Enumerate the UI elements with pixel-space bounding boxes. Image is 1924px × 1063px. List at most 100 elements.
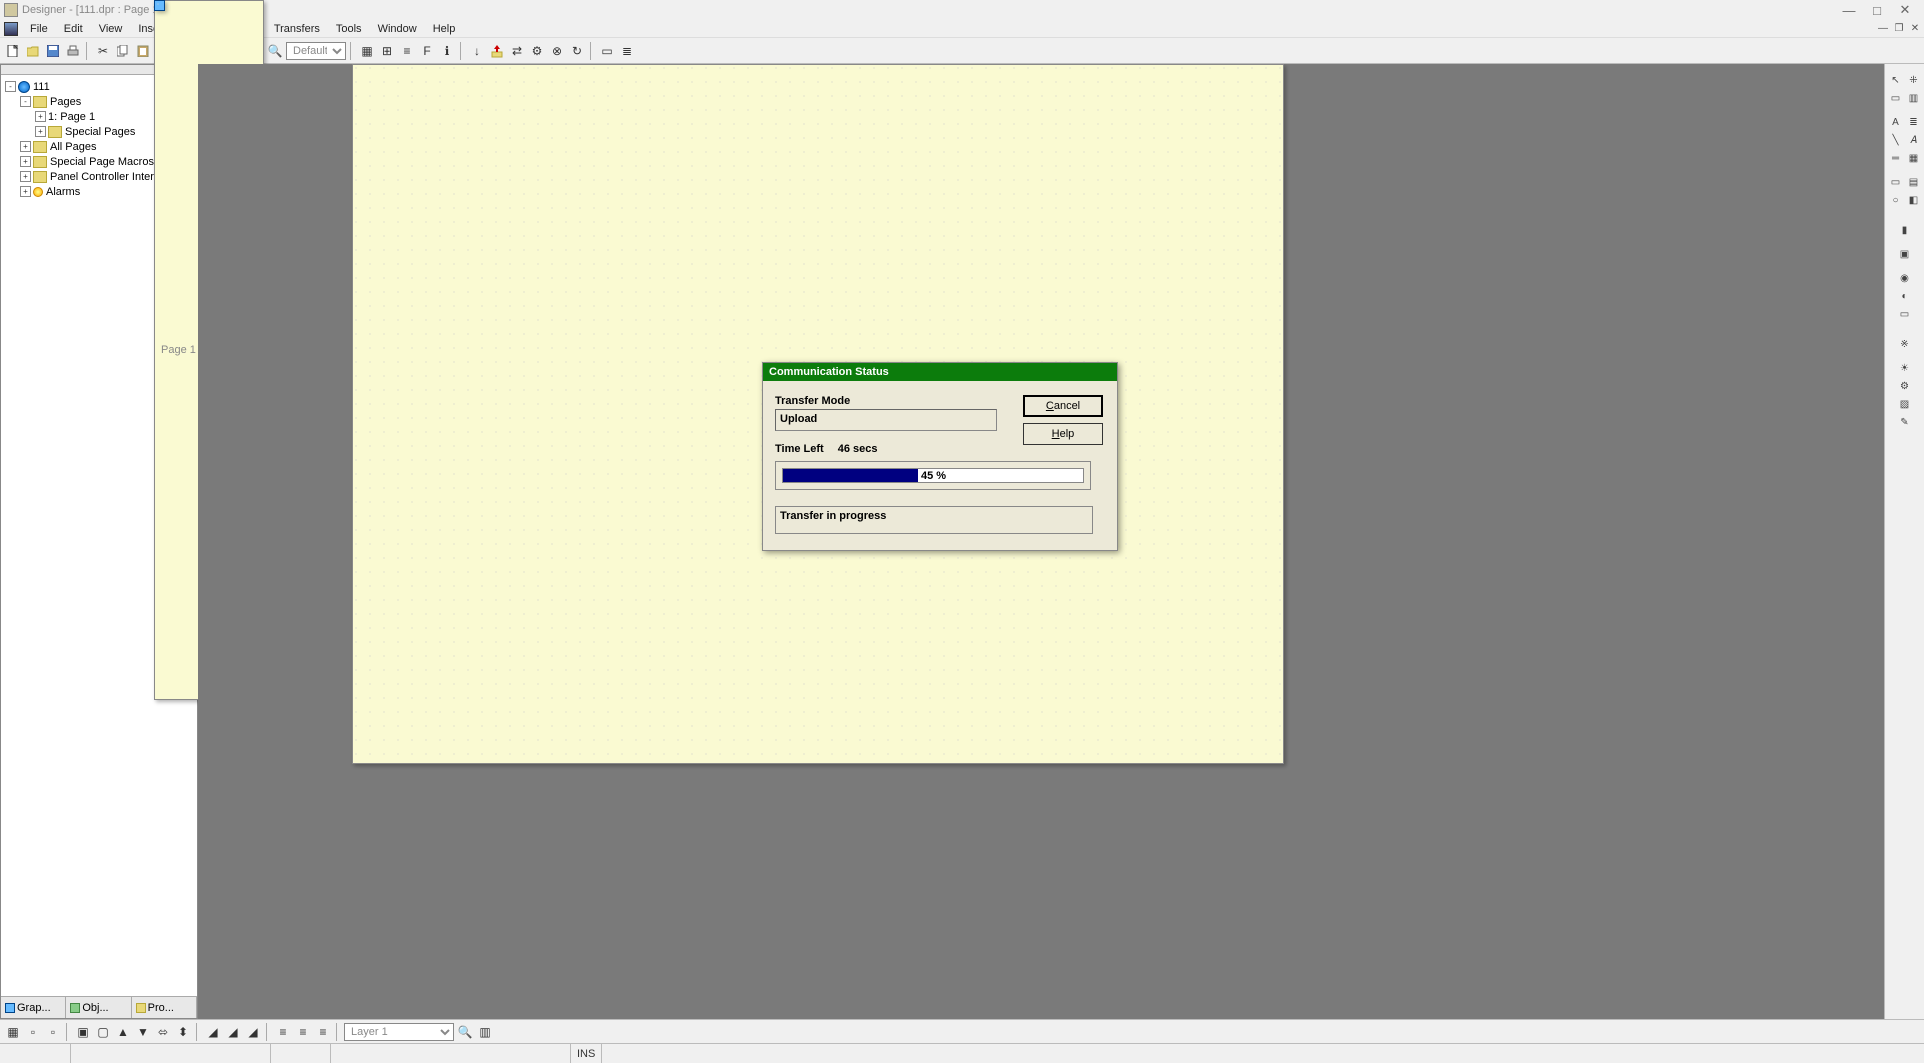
print-icon[interactable]	[64, 42, 82, 60]
transfer-icon[interactable]: ⇄	[508, 42, 526, 60]
mdi-minimize-button[interactable]: —	[1876, 22, 1890, 36]
obj-tool-icon[interactable]: ◧	[1906, 192, 1922, 208]
ruler-icon[interactable]: ≡	[398, 42, 416, 60]
ellipse-tool-icon[interactable]: ○	[1888, 192, 1904, 208]
help-button[interactable]: Help	[1023, 423, 1103, 445]
tree-expand-icon[interactable]: -	[20, 96, 31, 107]
line-tool-icon[interactable]: ╲	[1888, 132, 1904, 148]
align1-icon[interactable]: ▫	[24, 1023, 42, 1041]
status-cell-1	[0, 1044, 70, 1063]
open-file-icon[interactable]	[24, 42, 42, 60]
layer-vis-icon[interactable]: 🔍	[456, 1023, 474, 1041]
tree-expand-icon[interactable]: +	[20, 186, 31, 197]
time-left-label: Time Left	[775, 443, 824, 455]
pen-tool-icon[interactable]: ✎	[1897, 414, 1913, 430]
text-tool-icon[interactable]: A	[1888, 114, 1904, 130]
color1-icon[interactable]: ◢	[204, 1023, 222, 1041]
info-icon[interactable]: ℹ	[438, 42, 456, 60]
upload-icon[interactable]	[488, 42, 506, 60]
color2-icon[interactable]: ◢	[224, 1023, 242, 1041]
window-close-button[interactable]: ✕	[1898, 3, 1912, 17]
tool-b-icon[interactable]: ≣	[618, 42, 636, 60]
hline-tool-icon[interactable]: ═	[1888, 150, 1904, 166]
window-maximize-button[interactable]: □	[1870, 3, 1884, 17]
align2-icon[interactable]: ▫	[44, 1023, 62, 1041]
ungroup-icon[interactable]: ▢	[94, 1023, 112, 1041]
sidebar-tab-properties[interactable]: Pro...	[132, 997, 197, 1018]
new-file-icon[interactable]	[4, 42, 22, 60]
back-icon[interactable]: ▼	[134, 1023, 152, 1041]
tree-expand-icon[interactable]: +	[20, 141, 31, 152]
tool-a-icon[interactable]: ▭	[598, 42, 616, 60]
flip-v-icon[interactable]: ⬍	[174, 1023, 192, 1041]
disconnect-icon[interactable]: ⊗	[548, 42, 566, 60]
zoom-in-icon[interactable]: 🔍	[266, 42, 284, 60]
tree-expand-icon[interactable]: +	[35, 111, 46, 122]
connect-icon[interactable]: ⚙	[528, 42, 546, 60]
save-file-icon[interactable]	[44, 42, 62, 60]
sun-tool-icon[interactable]: ☀	[1897, 360, 1913, 376]
custom5-tool-icon[interactable]: ▭	[1897, 306, 1913, 322]
download-icon[interactable]: ↓	[468, 42, 486, 60]
tree-expand-icon[interactable]: +	[35, 126, 46, 137]
color3-icon[interactable]: ◢	[244, 1023, 262, 1041]
custom2-tool-icon[interactable]: ▣	[1897, 246, 1913, 262]
tree-root-label: 111	[33, 81, 50, 93]
mdi-restore-button[interactable]: ❐	[1892, 22, 1906, 36]
aleft-icon[interactable]: ≡	[274, 1023, 292, 1041]
textarea-tool-icon[interactable]: 𝐴	[1906, 132, 1922, 148]
font-icon[interactable]: F	[418, 42, 436, 60]
refresh-icon[interactable]: ↻	[568, 42, 586, 60]
layer-selector[interactable]: Layer 1	[344, 1023, 454, 1041]
bottom-toolbar: ▦ ▫ ▫ ▣ ▢ ▲ ▼ ⬄ ⬍ ◢ ◢ ◢ ≡ ≡ ≡ Layer 1 🔍 …	[0, 1019, 1924, 1043]
tree-node-label: Alarms	[46, 186, 80, 198]
chart-tool-icon[interactable]: ▥	[1906, 90, 1922, 106]
progress-fill	[783, 469, 918, 482]
paste-icon[interactable]	[134, 42, 152, 60]
copy-icon[interactable]	[114, 42, 132, 60]
tree-node-label: Special Pages	[65, 126, 135, 138]
flip-h-icon[interactable]: ⬄	[154, 1023, 172, 1041]
tree-expand-icon[interactable]: +	[20, 156, 31, 167]
tree-node-label: Pages	[50, 96, 81, 108]
gear-tool-icon[interactable]: ⚙	[1897, 378, 1913, 394]
pointer-tool-icon[interactable]: ↖	[1888, 72, 1904, 88]
cut-icon[interactable]: ✂	[94, 42, 112, 60]
menu-file[interactable]: File	[22, 21, 56, 37]
grid-icon[interactable]: ▦	[358, 42, 376, 60]
menu-tools[interactable]: Tools	[328, 21, 370, 37]
grid2-icon[interactable]: ▦	[4, 1023, 22, 1041]
layer-mgr-icon[interactable]: ▥	[476, 1023, 494, 1041]
menu-help[interactable]: Help	[425, 21, 464, 37]
tree-expand-icon[interactable]: +	[20, 171, 31, 182]
rect-tool-icon[interactable]: ▭	[1888, 90, 1904, 106]
table-tool-icon[interactable]: ▦	[1906, 150, 1922, 166]
menu-transfers[interactable]: Transfers	[266, 21, 328, 37]
layers-tool-icon[interactable]: ▤	[1906, 174, 1922, 190]
design-canvas-area: Communication Status Transfer Mode Uploa…	[198, 64, 1884, 1019]
tree-expand-icon[interactable]: -	[5, 81, 16, 92]
aright-icon[interactable]: ≡	[314, 1023, 332, 1041]
sidebar-tab-graphics[interactable]: Grap...	[1, 997, 66, 1018]
menu-edit[interactable]: Edit	[56, 21, 91, 37]
window-minimize-button[interactable]: —	[1842, 3, 1856, 17]
acenter-icon[interactable]: ≡	[294, 1023, 312, 1041]
rectshape-tool-icon[interactable]: ▭	[1888, 174, 1904, 190]
mdi-close-button[interactable]: ✕	[1908, 22, 1922, 36]
custom3-tool-icon[interactable]: ◉	[1897, 270, 1913, 286]
group-icon[interactable]: ▣	[74, 1023, 92, 1041]
graph-tool-icon[interactable]: ▨	[1897, 396, 1913, 412]
cancel-button[interactable]: Cancel	[1023, 395, 1103, 417]
style-selector[interactable]: Default	[286, 42, 346, 60]
custom4-tool-icon[interactable]: ◐	[1897, 288, 1913, 304]
front-icon[interactable]: ▲	[114, 1023, 132, 1041]
menu-window[interactable]: Window	[370, 21, 425, 37]
main-toolbar: ✂ ↶ ↷ Page 1 🔍 🔍 Default ▦ ⊞ ≡ F ℹ ↓ ⇄ ⚙…	[0, 38, 1924, 64]
custom1-tool-icon[interactable]: ▮	[1897, 222, 1913, 238]
snap-icon[interactable]: ⊞	[378, 42, 396, 60]
custom6-tool-icon[interactable]: ※	[1897, 336, 1913, 352]
list-tool-icon[interactable]: ≣	[1906, 114, 1922, 130]
sidebar-tab-objects[interactable]: Obj...	[66, 997, 131, 1018]
dotted-tool-icon[interactable]: ⁜	[1906, 72, 1922, 88]
menu-view[interactable]: View	[91, 21, 131, 37]
